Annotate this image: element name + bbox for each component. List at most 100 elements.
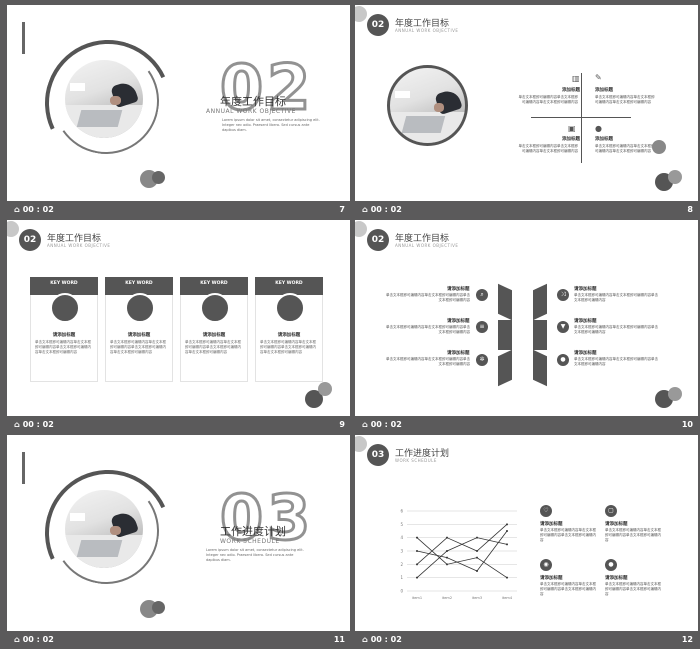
- camera-icon: ⌂: [362, 205, 368, 214]
- card-circle: [200, 293, 230, 323]
- card-circle: [125, 293, 155, 323]
- item-label: 添加标题: [562, 88, 580, 93]
- slide-canvas: 03 工作进度计划 WORK SCHEDULE 0 1 2 3 4 5 6 item1 item…: [355, 435, 698, 631]
- item-label: 请添加标题: [540, 522, 563, 527]
- section-badge: 02: [367, 229, 389, 251]
- slide-canvas: 02 年度工作目标 ANNUAL WORK OBJECTIVE Lorem ip…: [7, 5, 350, 201]
- section-badge: 03: [367, 444, 389, 466]
- card-text: 单击文本框即可编辑内容单击文本框即可编辑内容单击文本框即可编辑内容单击文本框即可…: [185, 340, 241, 354]
- item-text: 单击文本框即可编辑内容单击文本框即可编辑内容单击文本框即可编辑内容: [386, 293, 470, 302]
- slide-footer: ⌂ 00 : 02 12: [355, 631, 698, 649]
- card-circle: [275, 293, 305, 323]
- accent-bar: [22, 22, 25, 54]
- user-icon: ●: [605, 559, 617, 571]
- divider-v: [581, 73, 582, 163]
- slide-9[interactable]: 02 年度工作目标 ANNUAL WORK OBJECTIVE KEY WORD…: [7, 220, 350, 434]
- slide-10[interactable]: 02 年度工作目标 ANNUAL WORK OBJECTIVE ⌕ ≡ ✲ ⤨ …: [355, 220, 698, 434]
- slide-canvas: 02 年度工作目标 ANNUAL WORK OBJECTIVE ▥ ✎ ▣ ● …: [355, 5, 698, 201]
- item-text: 单击文本框即可编辑内容单击文本框即可编辑内容单击文本框即可编辑内容: [574, 357, 658, 366]
- data-point: [476, 556, 478, 559]
- slide-subtitle: WORK SCHEDULE: [395, 458, 437, 463]
- slide-footer: ⌂ 00 : 02 10: [355, 416, 698, 434]
- item-label: 请添加标题: [605, 522, 628, 527]
- slide-canvas: 02 年度工作目标 ANNUAL WORK OBJECTIVE ⌕ ≡ ✲ ⤨ …: [355, 220, 698, 416]
- line-chart: 0 1 2 3 4 5 6 item1 item2 item3 item4: [400, 509, 517, 600]
- item-label: 请添加标题: [540, 576, 563, 581]
- camera-icon: ⌂: [362, 420, 368, 429]
- chevron-block: [498, 349, 512, 387]
- heart-icon: ♡: [540, 505, 552, 517]
- data-point: [446, 536, 448, 539]
- chevron-block: [533, 349, 547, 387]
- camera-icon: ⌂: [362, 635, 368, 644]
- timestamp: 00 : 02: [370, 635, 402, 644]
- card-title: 请添加标题: [202, 333, 226, 338]
- item-text: 单击文本框即可编辑内容单击文本框即可编辑内容单击文本框即可编辑内容: [595, 144, 655, 153]
- card-title: 请添加标题: [52, 333, 76, 338]
- pen-icon: ✎: [595, 73, 602, 82]
- item-label: 请添加标题: [574, 351, 597, 356]
- item-label: 请添加标题: [605, 576, 628, 581]
- card-text: 单击文本框即可编辑内容单击文本框即可编辑内容单击文本框即可编辑内容单击文本框即可…: [260, 340, 316, 354]
- slide-footer: ⌂ 00 : 02 8: [355, 201, 698, 219]
- page-number: 7: [339, 205, 345, 214]
- item-text: 单击文本框即可编辑内容单击文本框即可编辑内容单击文本框即可编辑内容: [518, 144, 579, 153]
- decor-dot: [652, 140, 666, 154]
- office-photo: [387, 65, 468, 146]
- card-text: 单击文本框即可编辑内容单击文本框即可编辑内容单击文本框即可编辑内容单击文本框即可…: [110, 340, 166, 354]
- x-tick-label: item4: [502, 596, 513, 600]
- data-point: [416, 563, 418, 566]
- data-point: [506, 543, 508, 546]
- slide-8[interactable]: 02 年度工作目标 ANNUAL WORK OBJECTIVE ▥ ✎ ▣ ● …: [355, 5, 698, 219]
- office-photo: [65, 490, 143, 568]
- item-text: 单击文本框即可编辑内容单击文本框即可编辑内容单击文本框即可编辑内容: [605, 582, 661, 596]
- chevron-block: [498, 320, 512, 350]
- y-tick-label: 6: [400, 509, 403, 514]
- item-label: 请添加标题: [447, 287, 470, 292]
- y-tick-label: 4: [400, 535, 403, 540]
- page-number: 10: [681, 420, 693, 429]
- slide-footer: ⌂ 00 : 02 9: [7, 416, 350, 434]
- camera-icon: ⌂: [14, 420, 20, 429]
- data-point: [446, 556, 448, 559]
- decor-dot: [152, 171, 165, 184]
- decor-dot: [355, 221, 367, 237]
- section-badge: 02: [367, 14, 389, 36]
- slide-12[interactable]: 03 工作进度计划 WORK SCHEDULE 0 1 2 3 4 5 6 item1 item…: [355, 435, 698, 649]
- item-label: 请添加标题: [447, 351, 470, 356]
- series-line-2: [416, 537, 508, 578]
- series-line-3: [416, 537, 508, 578]
- page-number: 12: [681, 635, 693, 644]
- slide-footer: ⌂ 00 : 02 11: [7, 631, 350, 649]
- slide-7[interactable]: 02 年度工作目标 ANNUAL WORK OBJECTIVE Lorem ip…: [7, 5, 350, 219]
- item-label: 请添加标题: [447, 319, 470, 324]
- item-label: 请添加标题: [574, 287, 597, 292]
- item-text: 单击文本框即可编辑内容单击文本框即可编辑内容单击文本框即可编辑内容: [540, 528, 596, 542]
- decor-dot: [318, 382, 332, 396]
- slide-11[interactable]: 03 工作进度计划 WORK SCHEDULE Lorem ipsum dolo…: [7, 435, 350, 649]
- slide-subtitle: ANNUAL WORK OBJECTIVE: [206, 108, 296, 115]
- filter-icon: ▼: [557, 321, 569, 333]
- timestamp: 00 : 02: [370, 205, 402, 214]
- timestamp: 00 : 02: [370, 420, 402, 429]
- data-point: [476, 550, 478, 552]
- y-tick-label: 1: [400, 575, 403, 580]
- card-title: 请添加标题: [127, 333, 151, 338]
- item-text: 单击文本框即可编辑内容单击文本框即可编辑内容单击文本框即可编辑内容: [605, 528, 661, 542]
- item-text: 单击文本框即可编辑内容单击文本框即可编辑内容单击文本框即可编辑内容: [540, 582, 596, 596]
- slide-subtitle: ANNUAL WORK OBJECTIVE: [395, 28, 459, 33]
- card-text: 单击文本框即可编辑内容单击文本框即可编辑内容单击文本框即可编辑内容单击文本框即可…: [35, 340, 91, 354]
- decor-dot: [7, 221, 19, 237]
- user-icon: ●: [557, 354, 569, 366]
- page-number: 8: [687, 205, 693, 214]
- slide-footer: ⌂ 00 : 02 7: [7, 201, 350, 219]
- decor-dot: [355, 436, 367, 452]
- item-text: 单击文本框即可编辑内容单击文本框即可编辑内容单击文本框即可编辑内容: [518, 95, 579, 104]
- item-text: 单击文本框即可编辑内容单击文本框即可编辑内容单击文本框即可编辑内容: [574, 293, 658, 302]
- item-text: 单击文本框即可编辑内容单击文本框即可编辑内容单击文本框即可编辑内容: [386, 357, 470, 366]
- decor-dot: [355, 6, 367, 22]
- section-badge: 02: [19, 229, 41, 251]
- y-tick-label: 0: [400, 589, 403, 594]
- page-number: 9: [339, 420, 345, 429]
- settings-icon: ✲: [476, 354, 488, 366]
